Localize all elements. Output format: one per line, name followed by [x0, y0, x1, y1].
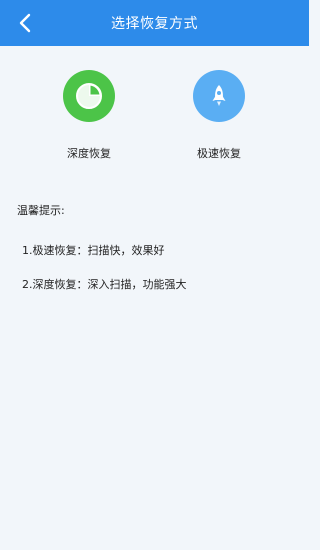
tip-item: 1.极速恢复：扫描快，效果好 — [22, 244, 165, 257]
deep-recovery-label[interactable]: 深度恢复 — [67, 145, 111, 161]
tips-title: 温馨提示: — [17, 204, 65, 217]
chevron-left-icon — [19, 13, 31, 33]
pie-chart-icon — [76, 83, 102, 109]
rocket-icon — [212, 85, 226, 106]
recovery-options: 深度恢复 极速恢复 — [0, 70, 309, 170]
fast-recovery-icon-circle[interactable] — [193, 70, 245, 122]
fast-recovery-option[interactable]: 极速恢复 — [164, 70, 274, 161]
top-bar: 选择恢复方式 — [0, 0, 309, 46]
fast-recovery-label[interactable]: 极速恢复 — [197, 145, 241, 161]
tip-item: 2.深度恢复：深入扫描，功能强大 — [22, 278, 187, 291]
back-button[interactable] — [10, 8, 40, 38]
page-title: 选择恢复方式 — [111, 16, 198, 32]
deep-recovery-option[interactable]: 深度恢复 — [34, 70, 144, 161]
deep-recovery-icon-circle[interactable] — [63, 70, 115, 122]
